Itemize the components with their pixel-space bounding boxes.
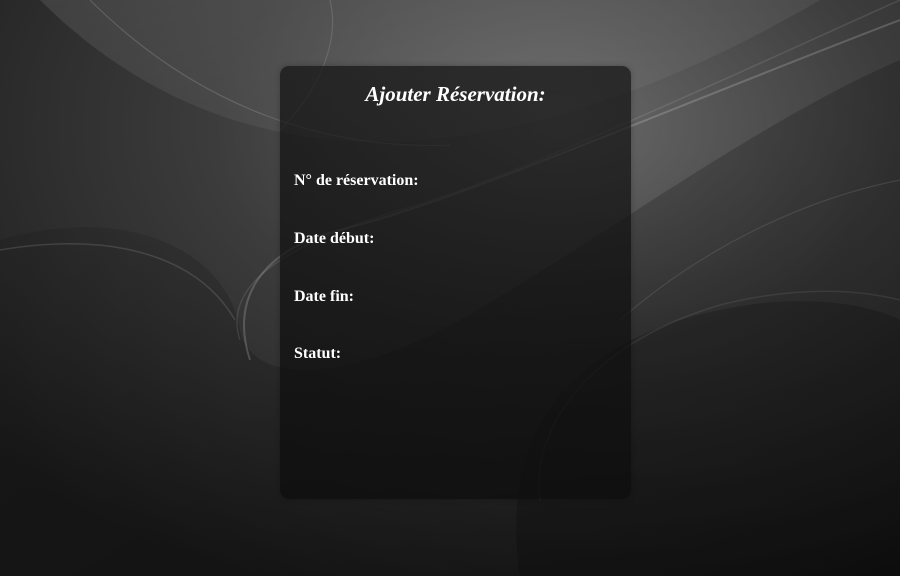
form-title: Ajouter Réservation: [365,82,546,106]
end-date-label: Date fin: [294,288,354,305]
reservation-number-label: N° de réservation: [294,172,419,189]
status-label: Statut: [294,345,342,362]
add-reservation-panel: Ajouter Réservation: N° de réservation: … [280,66,631,499]
start-date-label: Date début: [294,230,375,247]
